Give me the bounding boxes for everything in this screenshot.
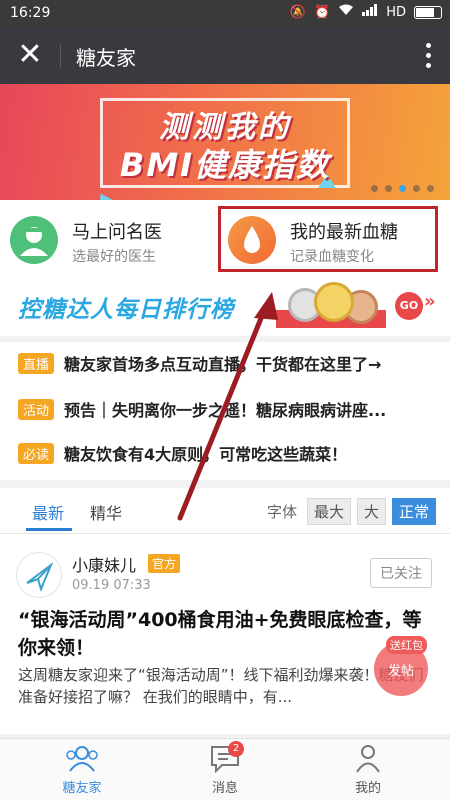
news-tag: 直播: [18, 352, 55, 374]
author-name[interactable]: 小康妹儿: [72, 552, 136, 576]
more-menu-button[interactable]: [420, 40, 436, 72]
close-button[interactable]: ✕: [14, 40, 46, 72]
font-option-large[interactable]: 大: [356, 498, 386, 525]
ranking-title: 控糖达人每日排行榜: [18, 297, 234, 323]
tab-featured[interactable]: 精华: [90, 500, 122, 524]
post-card[interactable]: 小康妹儿 官方 09.19 07:33 已关注 “银海活动周”400桶食用油+免…: [0, 534, 450, 734]
font-option-largest[interactable]: 最大: [306, 498, 351, 525]
title-bar: ✕ 糖友家: [0, 28, 450, 84]
nav-profile[interactable]: 我的: [318, 743, 418, 799]
news-text: 糖友家首场多点互动直播，干货都在这里了→: [64, 355, 382, 374]
status-time: 16:29: [10, 5, 51, 21]
network-type: HD: [386, 4, 406, 20]
signal-icon: [362, 4, 378, 20]
font-size-label: 字体: [266, 503, 297, 521]
carousel-dot[interactable]: [413, 185, 420, 192]
nav-label: 消息: [211, 781, 238, 796]
nav-messages[interactable]: 2 消息: [175, 741, 275, 799]
more-icon-dot: [425, 63, 431, 68]
carousel-indicator: [371, 185, 434, 192]
alarm-icon: ⏰: [314, 4, 331, 20]
carousel-dot[interactable]: [385, 185, 392, 192]
nav-label: 糖友家: [62, 781, 102, 796]
more-icon-dot: [425, 43, 431, 48]
post-button[interactable]: 送红包 发帖: [374, 636, 428, 696]
follow-button[interactable]: 已关注: [370, 558, 432, 588]
community-icon: [65, 743, 99, 773]
font-size-selector: 字体 最大 大 正常: [267, 498, 436, 525]
red-packet-label: 送红包: [386, 636, 427, 654]
carousel-dot[interactable]: [427, 185, 434, 192]
font-option-normal[interactable]: 正常: [391, 498, 436, 525]
feed-tabs: 最新 精华 字体 最大 大 正常: [0, 488, 450, 534]
message-badge: 2: [228, 741, 244, 757]
news-list: 直播 糖友家首场多点互动直播，干货都在这里了→ 活动 预告｜失明离你一步之遥！糖…: [0, 342, 450, 480]
official-badge: 官方: [148, 554, 181, 573]
battery-icon: [414, 5, 442, 19]
gold-coin-icon: [314, 282, 354, 322]
highlight-box: [218, 206, 438, 272]
nav-home[interactable]: 糖友家: [32, 743, 132, 799]
tab-underline: [26, 528, 72, 531]
news-text: 糖友饮食有4大原则，可常吃这些蔬菜！: [64, 445, 348, 464]
entry-title: 马上问名医: [72, 222, 162, 243]
post-time: 09.19 07:33: [72, 578, 151, 593]
message-icon: 2: [208, 741, 244, 774]
title-divider: [60, 44, 61, 68]
status-bar: 16:29 🔕 ⏰ HD: [0, 0, 450, 28]
avatar[interactable]: [16, 552, 62, 598]
post-button-label: 发帖: [387, 664, 414, 679]
bottom-nav: 糖友家 2 消息 我的: [0, 738, 450, 800]
status-icons: 🔕 ⏰ HD: [290, 4, 442, 20]
news-tag: 必读: [18, 442, 55, 464]
doctor-icon: [10, 216, 58, 264]
news-item[interactable]: 活动 预告｜失明离你一步之遥！糖尿病眼病讲座...: [18, 398, 386, 420]
bmi-banner[interactable]: 测测我的 BMI健康指数: [0, 84, 450, 200]
post-excerpt[interactable]: 这周糖友家迎来了“银海活动周”！线下福利劲爆来袭！糖友们准备好接招了嘛？ 在我们…: [18, 664, 432, 708]
close-icon: ✕: [17, 37, 43, 72]
more-icon-dot: [425, 53, 431, 58]
carousel-dot-active[interactable]: [399, 185, 406, 192]
user-icon: [351, 743, 385, 773]
mute-icon: 🔕: [289, 4, 307, 20]
tab-latest[interactable]: 最新: [32, 500, 64, 524]
news-tag: 活动: [18, 398, 55, 420]
ask-doctor-entry[interactable]: 马上问名医 选最好的医生: [10, 208, 210, 270]
news-text: 预告｜失明离你一步之遥！糖尿病眼病讲座...: [64, 401, 387, 420]
banner-line2: BMI健康指数: [119, 146, 331, 184]
news-item[interactable]: 直播 糖友家首场多点互动直播，干货都在这里了→: [18, 352, 381, 374]
news-item[interactable]: 必读 糖友饮食有4大原则，可常吃这些蔬菜！: [18, 442, 347, 464]
ranking-banner[interactable]: 控糖达人每日排行榜 GO »: [0, 278, 450, 336]
wifi-icon: [338, 4, 354, 20]
post-title[interactable]: “银海活动周”400桶食用油+免费眼底检查，等你来领！: [18, 606, 432, 662]
carousel-dot[interactable]: [371, 185, 378, 192]
go-button[interactable]: GO: [395, 292, 423, 320]
double-chevron-icon: »: [424, 291, 435, 312]
entry-subtitle: 选最好的医生: [72, 249, 156, 265]
banner-decoration: [88, 186, 124, 200]
nav-label: 我的: [354, 781, 381, 796]
page-title: 糖友家: [76, 46, 136, 70]
